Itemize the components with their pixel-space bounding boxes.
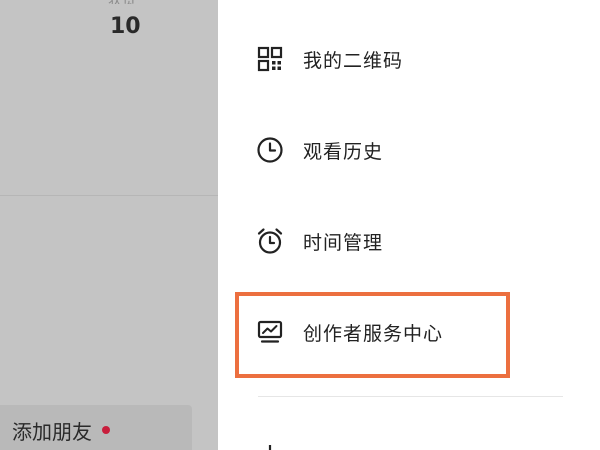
- drawer-divider: [258, 396, 563, 397]
- dimmed-profile-pane[interactable]: 获赞 10 添加朋友: [0, 0, 218, 450]
- partial-menu-icon: [260, 440, 280, 450]
- clock-icon: [255, 135, 285, 165]
- notification-dot: [102, 426, 110, 434]
- menu-item-time-management[interactable]: 时间管理: [255, 221, 555, 261]
- menu-item-qr-code[interactable]: 我的二维码: [255, 39, 555, 79]
- menu-item-label: 我的二维码: [303, 49, 404, 72]
- add-friend-label: 添加朋友: [12, 419, 92, 444]
- add-friend-button[interactable]: 添加朋友: [0, 405, 192, 450]
- side-drawer: 我的二维码 观看历史 时间管理 创作者服务中心: [218, 0, 600, 450]
- highlight-annotation-box: [235, 292, 510, 378]
- menu-item-label: 时间管理: [303, 231, 384, 254]
- likes-stat-label: 获赞: [108, 0, 148, 4]
- screen: 获赞 10 添加朋友 我的二维码: [0, 0, 600, 450]
- profile-divider: [0, 195, 218, 196]
- likes-stat-value: 10: [110, 14, 141, 39]
- menu-item-label: 观看历史: [303, 140, 384, 163]
- menu-item-watch-history[interactable]: 观看历史: [255, 130, 555, 170]
- qr-code-icon: [255, 44, 285, 74]
- alarm-clock-icon: [255, 226, 285, 256]
